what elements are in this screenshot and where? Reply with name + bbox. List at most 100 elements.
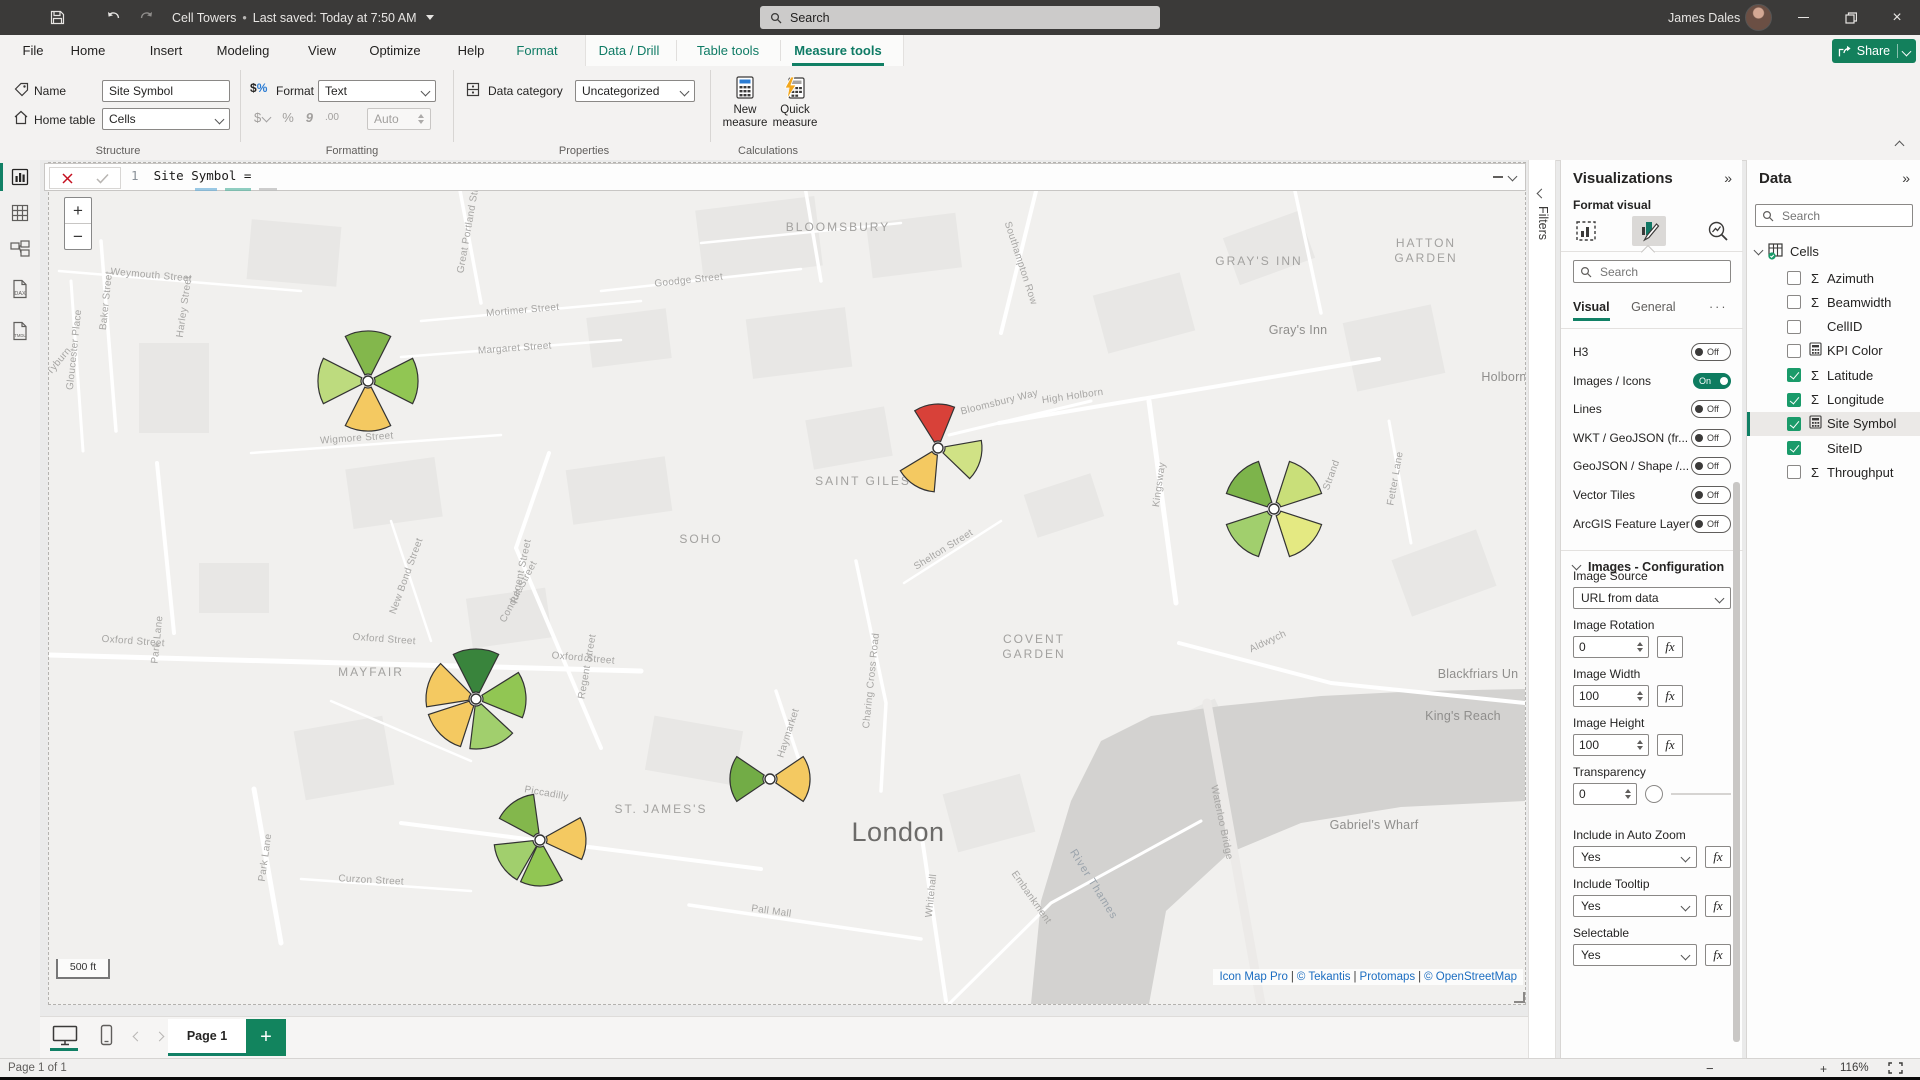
toggle-switch[interactable]: Off [1691,486,1731,504]
attribution-link[interactable]: © Tekantis [1297,971,1351,983]
field-checkbox[interactable] [1787,295,1801,309]
menu-tab-format[interactable]: Format [512,35,562,66]
global-search-input[interactable]: Search [760,6,1160,29]
home-table-select[interactable]: Cells [102,108,230,130]
minimize-button[interactable] [1790,0,1816,35]
fx-conditional-formatting-button[interactable]: fx [1705,846,1731,868]
restore-button[interactable] [1838,0,1864,35]
site-center[interactable] [363,376,373,386]
field-row-latitude[interactable]: ΣLatitude [1747,363,1920,387]
field-checkbox[interactable] [1787,344,1801,358]
menu-tab-insert[interactable]: Insert [146,35,186,66]
table-view-button[interactable] [0,198,40,228]
select-input[interactable]: Yes [1573,944,1697,966]
desktop-layout-icon[interactable] [52,1025,78,1046]
document-title[interactable]: Cell Towers • Last saved: Today at 7:50 … [172,0,434,35]
page-tab[interactable]: Page 1 [168,1019,246,1056]
menu-tab-table-tools[interactable]: Table tools [690,35,766,66]
visual-resize-handle[interactable] [1514,992,1525,1003]
field-checkbox[interactable] [1787,320,1801,334]
tab-visual[interactable]: Visual [1573,300,1610,321]
new-page-button[interactable]: + [246,1019,286,1056]
site-center[interactable] [933,443,943,453]
new-measure-button[interactable]: Newmeasure [722,76,768,130]
table-cells-node[interactable]: Cells [1755,242,1819,260]
select-input[interactable]: URL from data [1573,587,1731,609]
fx-conditional-formatting-button[interactable]: fx [1705,895,1731,917]
viz-pane-scrollbar[interactable] [1733,482,1740,1042]
field-checkbox[interactable] [1787,271,1801,285]
previous-page-button[interactable] [133,1032,143,1042]
attribution-link[interactable]: Icon Map Pro [1219,971,1287,983]
save-icon[interactable] [50,0,65,35]
spinner-input[interactable]: 0 [1573,783,1637,805]
format-search-input[interactable] [1598,264,1712,280]
select-input[interactable]: Yes [1573,846,1697,868]
menu-tab-measure-tools[interactable]: Measure tools [792,35,884,66]
fx-conditional-formatting-button[interactable]: fx [1657,734,1683,756]
icon-map-visual[interactable]: BLOOMSBURYGRAY'S INNHATTONGARDENSAINT GI… [48,162,1526,1005]
format-visual-tab[interactable] [1632,216,1666,246]
toggle-switch[interactable]: On [1693,373,1731,389]
report-view-button[interactable] [0,162,40,192]
tab-general[interactable]: General [1631,300,1675,314]
toggle-switch[interactable]: Off [1691,515,1731,533]
field-row-longitude[interactable]: ΣLongitude [1747,388,1920,412]
field-checkbox[interactable] [1787,368,1801,382]
model-view-button[interactable] [0,234,40,264]
analytics-tab[interactable] [1701,216,1735,246]
field-row-site-symbol[interactable]: Site Symbol [1747,412,1920,436]
redo-icon[interactable] [138,0,154,35]
site-center[interactable] [535,835,545,845]
avatar[interactable] [1745,5,1772,30]
next-page-button[interactable] [155,1032,165,1042]
formula-bar-expand-icon[interactable] [1508,172,1518,182]
field-row-azimuth[interactable]: ΣAzimuth [1747,266,1920,290]
site-center[interactable] [471,694,481,704]
fit-to-page-icon[interactable] [1888,1062,1903,1074]
formula-bar-collapse-icon[interactable] [1493,176,1503,178]
data-search-box[interactable] [1755,204,1913,227]
zoom-in-icon[interactable]: + [1820,1062,1827,1076]
field-checkbox[interactable] [1787,417,1801,431]
toggle-switch[interactable]: Off [1691,457,1731,475]
account-name[interactable]: James Dales [1668,0,1740,35]
fx-conditional-formatting-button[interactable]: fx [1657,685,1683,707]
format-select[interactable]: Text [318,80,436,102]
formula-text[interactable]: 1 Site Symbol = [131,168,251,183]
fx-conditional-formatting-button[interactable]: fx [1705,944,1731,966]
menu-tab-view[interactable]: View [304,35,340,66]
toggle-switch[interactable]: Off [1691,400,1731,418]
fx-conditional-formatting-button[interactable]: fx [1657,636,1683,658]
site-center[interactable] [1269,504,1279,514]
more-options-icon[interactable]: ··· [1709,300,1728,314]
menu-tab-home[interactable]: Home [66,35,110,66]
dax-formula-bar[interactable]: 1 Site Symbol = [44,163,1526,191]
collapse-visualizations-icon[interactable]: » [1724,170,1732,186]
number-format-buttons[interactable]: $%9.00 [254,110,339,125]
field-row-throughput[interactable]: ΣThroughput [1747,460,1920,484]
menu-tab-help[interactable]: Help [454,35,488,66]
select-input[interactable]: Yes [1573,895,1697,917]
attribution-link[interactable]: © OpenStreetMap [1424,971,1517,983]
format-search-box[interactable] [1573,260,1731,283]
map-zoom-out-button[interactable]: − [65,224,91,249]
menu-tab-data-drill[interactable]: Data / Drill [592,35,666,66]
filters-pane-collapsed[interactable]: Filters [1528,160,1556,1058]
share-button[interactable]: Share [1832,39,1916,63]
data-category-select[interactable]: Uncategorized [575,80,695,102]
field-row-beamwidth[interactable]: ΣBeamwidth [1747,290,1920,314]
data-search-input[interactable] [1780,208,1894,224]
collapse-data-pane-icon[interactable]: » [1902,170,1910,186]
commit-formula-icon[interactable] [96,173,109,184]
collapse-ribbon-icon[interactable] [1895,141,1905,151]
attribution-link[interactable]: Protomaps [1360,971,1416,983]
quick-measure-button[interactable]: Quickmeasure [772,76,818,130]
menu-tab-modeling[interactable]: Modeling [212,35,274,66]
slider-track[interactable] [1671,793,1731,795]
spinner-input[interactable]: 100 [1573,734,1649,756]
field-checkbox[interactable] [1787,441,1801,455]
menu-tab-optimize[interactable]: Optimize [366,35,424,66]
field-checkbox[interactable] [1787,465,1801,479]
field-row-cellid[interactable]: CellID [1747,315,1920,339]
